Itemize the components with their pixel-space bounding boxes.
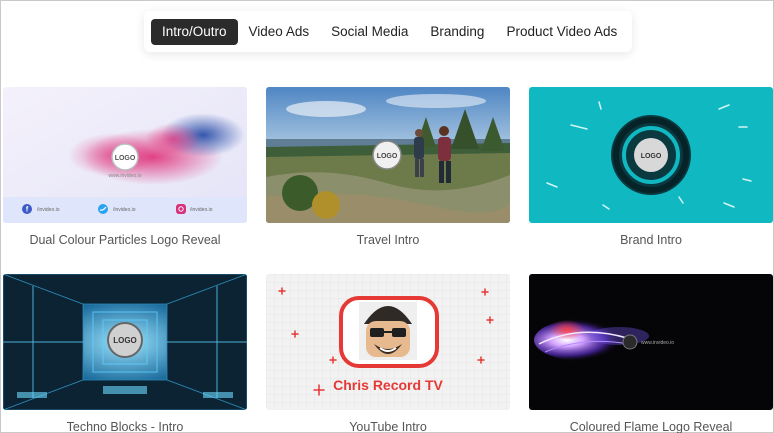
template-thumbnail[interactable]: LOGO	[266, 87, 510, 223]
category-tab-bar: Intro/Outro Video Ads Social Media Brand…	[144, 11, 632, 52]
template-card: LOGO Brand Intro	[529, 87, 773, 247]
template-title[interactable]: Dual Colour Particles Logo Reveal	[3, 233, 247, 247]
template-thumbnail[interactable]: LOGO	[3, 274, 247, 410]
template-title[interactable]: Coloured Flame Logo Reveal	[529, 420, 773, 433]
twitter-icon	[98, 204, 108, 214]
social-handle: /invideo.io	[190, 207, 213, 213]
tab-branding[interactable]: Branding	[419, 19, 495, 45]
instagram-icon	[176, 204, 186, 214]
website-url: www.invideo.io	[108, 173, 141, 179]
template-title[interactable]: Travel Intro	[266, 233, 510, 247]
website-url: www.invideo.io	[641, 340, 674, 346]
social-handle: /invideo.io	[37, 207, 60, 213]
template-thumbnail[interactable]: Chris Record TV	[266, 274, 510, 410]
logo-placeholder: LOGO	[115, 155, 136, 162]
template-thumbnail[interactable]: LOGO	[529, 87, 773, 223]
template-card: LOGO Travel Intro	[266, 87, 510, 247]
template-card: www.invideo.io Coloured Flame Logo Revea…	[529, 274, 773, 433]
tab-social-media[interactable]: Social Media	[320, 19, 419, 45]
tab-intro-outro[interactable]: Intro/Outro	[151, 18, 238, 45]
social-handle: /invideo.io	[113, 207, 136, 213]
logo-placeholder: LOGO	[113, 336, 137, 345]
logo-placeholder: LOGO	[377, 153, 398, 160]
template-title[interactable]: Brand Intro	[529, 233, 773, 247]
template-card: LOGO Techno Blocks - Intro	[3, 274, 247, 433]
tab-video-ads[interactable]: Video Ads	[238, 19, 321, 45]
facebook-icon: f	[22, 204, 32, 214]
tab-product-video-ads[interactable]: Product Video Ads	[495, 19, 628, 45]
logo-placeholder: LOGO	[641, 153, 662, 160]
channel-name: Chris Record TV	[333, 377, 443, 393]
template-card: LOGO www.invideo.io f /invideo.io /invid…	[3, 87, 247, 247]
template-thumbnail[interactable]: www.invideo.io	[529, 274, 773, 410]
template-card: Chris Record TV YouTube Intro	[266, 274, 510, 433]
template-title[interactable]: YouTube Intro	[266, 420, 510, 433]
template-thumbnail[interactable]: LOGO www.invideo.io f /invideo.io /invid…	[3, 87, 247, 223]
template-title[interactable]: Techno Blocks - Intro	[3, 420, 247, 433]
